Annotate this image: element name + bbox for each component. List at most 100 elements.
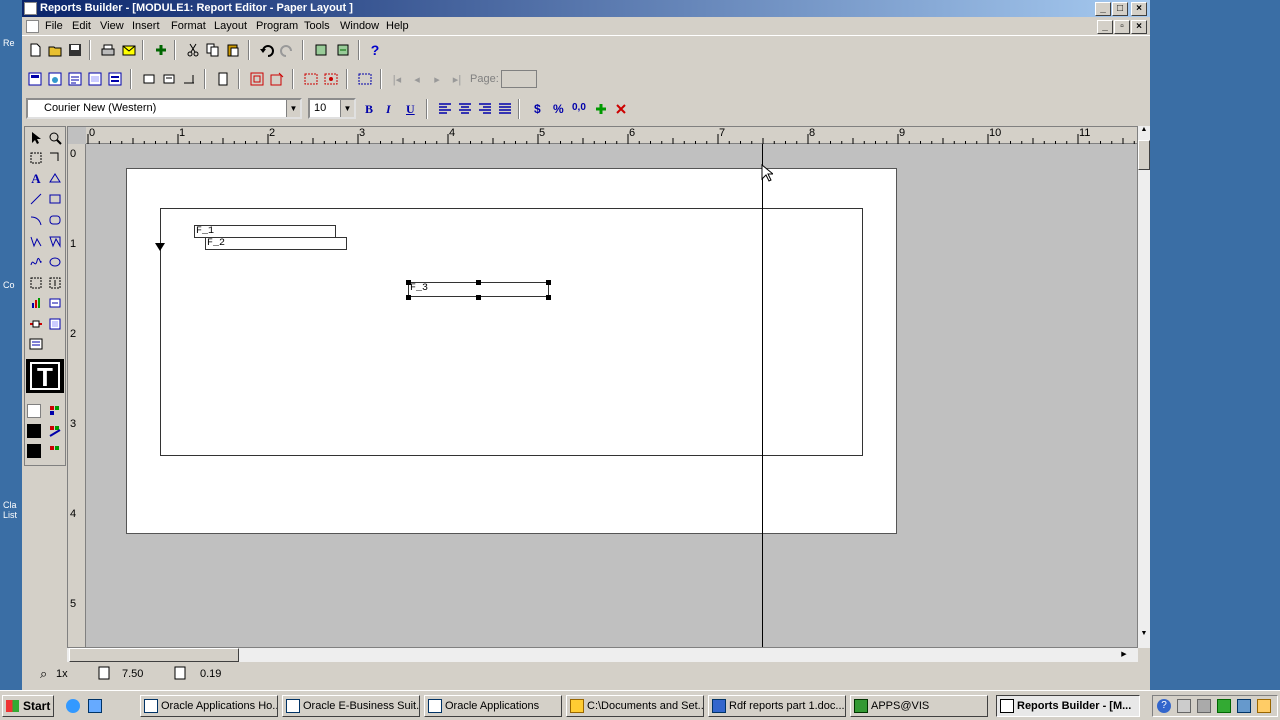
help-icon[interactable]: ? [366, 41, 384, 59]
maximize-button[interactable]: □ [1112, 2, 1128, 16]
start-button[interactable]: Start [2, 695, 54, 717]
resize-handle[interactable] [476, 295, 481, 300]
paper-design-icon[interactable] [86, 70, 104, 88]
rectangle-tool-icon[interactable] [46, 190, 64, 208]
paste-icon[interactable] [224, 41, 242, 59]
line-tool-icon[interactable] [27, 190, 45, 208]
taskbar-item[interactable]: Oracle Applications [424, 695, 562, 717]
paper-layout-icon[interactable] [66, 70, 84, 88]
menu-layout[interactable]: Layout [214, 20, 247, 32]
link-file-tool-icon[interactable] [27, 315, 45, 333]
align-left-icon[interactable] [436, 100, 454, 118]
bold-button[interactable]: B [365, 102, 373, 117]
monitor-tray-icon[interactable] [1237, 699, 1251, 713]
magnify-tool-icon[interactable] [46, 129, 64, 147]
previous-page-icon[interactable]: ◂ [408, 70, 426, 88]
justify-icon[interactable] [496, 100, 514, 118]
confine-mode-icon[interactable] [248, 70, 266, 88]
redo-icon[interactable] [278, 41, 296, 59]
resize-handle[interactable] [406, 280, 411, 285]
menu-insert[interactable]: Insert [132, 20, 160, 32]
menu-help[interactable]: Help [386, 20, 409, 32]
button-tool-icon[interactable] [46, 294, 64, 312]
page-number-field[interactable] [501, 70, 537, 88]
text-color-icon[interactable] [46, 442, 64, 460]
copy-icon[interactable] [204, 41, 222, 59]
parameter-form-icon[interactable] [106, 70, 124, 88]
open-icon[interactable] [46, 41, 64, 59]
frame-tool-icon[interactable] [27, 274, 45, 292]
taskbar-item[interactable]: Oracle E-Business Suit... [282, 695, 420, 717]
percent-button[interactable]: % [553, 102, 564, 116]
report-page[interactable]: F_1 F_2 F_3 [126, 168, 897, 534]
arc-tool-icon[interactable] [27, 211, 45, 229]
line-color-swatch[interactable] [27, 424, 41, 438]
network-tray-icon[interactable] [1177, 699, 1191, 713]
menu-tools[interactable]: Tools [304, 20, 330, 32]
chevron-down-icon[interactable]: ▼ [286, 100, 300, 117]
polyline-tool-icon[interactable] [27, 232, 45, 250]
vertical-scrollbar[interactable]: ▲ ▼ [1138, 126, 1150, 648]
volume-tray-icon[interactable] [1197, 699, 1211, 713]
desktop-quicklaunch-icon[interactable] [88, 699, 102, 713]
fill-color-swatch[interactable] [27, 404, 41, 418]
select-tool-icon[interactable] [27, 129, 45, 147]
scroll-down-icon[interactable]: ▼ [1138, 630, 1150, 642]
close-button[interactable]: × [1131, 2, 1147, 16]
data-model-icon[interactable] [26, 70, 44, 88]
fill-color-icon[interactable] [46, 402, 64, 420]
help-tray-icon[interactable]: ? [1157, 699, 1171, 713]
taskbar-item[interactable]: Oracle Applications Ho... [140, 695, 278, 717]
horizontal-scroll-thumb[interactable] [69, 648, 239, 662]
taskbar-item[interactable]: Rdf reports part 1.doc... [708, 695, 846, 717]
doc-icon[interactable] [26, 20, 39, 33]
add-decimal-icon[interactable] [592, 100, 610, 118]
preview-icon[interactable] [334, 41, 352, 59]
ie-quicklaunch-icon[interactable] [66, 699, 80, 713]
horizontal-scrollbar[interactable]: ▶ [67, 648, 1138, 662]
scroll-up-icon[interactable]: ▲ [1138, 126, 1150, 138]
mdi-restore-button[interactable]: ▫ [1114, 20, 1130, 34]
report-block-tool-icon[interactable] [27, 335, 45, 353]
mail-icon[interactable] [120, 41, 138, 59]
resize-handle[interactable] [476, 280, 481, 285]
trailer-section-icon[interactable] [180, 70, 198, 88]
run-report-icon[interactable] [312, 41, 330, 59]
underline-button[interactable]: U [406, 102, 415, 117]
menu-format[interactable]: Format [171, 20, 206, 32]
polygon-tool-icon[interactable] [46, 232, 64, 250]
new-icon[interactable] [26, 41, 44, 59]
taskbar-item[interactable]: APPS@VIS [850, 695, 988, 717]
select-parent-frame-icon[interactable] [302, 70, 320, 88]
menu-program[interactable]: Program [256, 20, 298, 32]
mdi-close-button[interactable]: × [1131, 20, 1147, 34]
remove-decimal-icon[interactable] [612, 100, 630, 118]
text-color-swatch[interactable] [27, 444, 41, 458]
align-center-icon[interactable] [456, 100, 474, 118]
print-icon[interactable] [99, 41, 117, 59]
scroll-right-icon[interactable]: ▶ [1117, 648, 1131, 662]
rounded-rectangle-tool-icon[interactable] [46, 211, 64, 229]
bring-to-front-icon[interactable] [322, 70, 340, 88]
resize-handle[interactable] [546, 295, 551, 300]
next-page-icon[interactable]: ▸ [428, 70, 446, 88]
menu-window[interactable]: Window [340, 20, 379, 32]
last-page-icon[interactable]: ▸| [448, 70, 466, 88]
app-tray-icon[interactable] [1257, 699, 1271, 713]
menu-edit[interactable]: Edit [72, 20, 91, 32]
minimize-button[interactable]: _ [1095, 2, 1111, 16]
grid-snap-icon[interactable] [356, 70, 374, 88]
ole-tool-icon[interactable] [46, 315, 64, 333]
text-color-preview[interactable]: T [26, 359, 64, 393]
flex-mode-icon[interactable] [268, 70, 286, 88]
page-setup-icon[interactable] [214, 70, 232, 88]
first-page-icon[interactable]: |◂ [388, 70, 406, 88]
currency-button[interactable]: $ [534, 102, 541, 116]
align-right-icon[interactable] [476, 100, 494, 118]
reshape-tool-icon[interactable] [46, 170, 64, 188]
frame-select-tool-icon[interactable] [27, 149, 45, 167]
compile-icon[interactable] [152, 41, 170, 59]
header-section-icon[interactable] [140, 70, 158, 88]
save-icon[interactable] [66, 41, 84, 59]
chart-tool-icon[interactable] [27, 294, 45, 312]
